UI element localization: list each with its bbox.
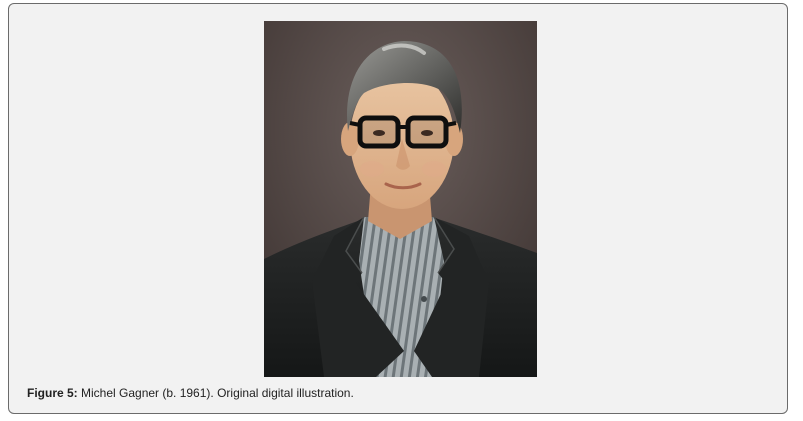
figure-panel: Figure 5: Michel Gagner (b. 1961). Origi…	[8, 3, 788, 414]
portrait-illustration	[264, 21, 537, 377]
figure-caption: Figure 5: Michel Gagner (b. 1961). Origi…	[27, 386, 354, 400]
left-ear	[341, 122, 359, 156]
shirt-button	[421, 296, 427, 302]
figure-caption-text: Michel Gagner (b. 1961). Original digita…	[77, 386, 354, 400]
figure-label: Figure 5:	[27, 386, 78, 400]
